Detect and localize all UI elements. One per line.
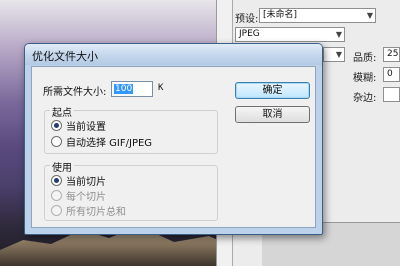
target-size-input[interactable]: 100 [111,81,153,97]
radio-empty-icon [51,136,62,147]
quality-field[interactable]: 25 [383,47,400,62]
quality-label: 品质: [353,53,377,64]
radio-auto-select[interactable]: 自动选择 GIF/JPEG [51,134,152,149]
matte-field[interactable] [383,87,400,102]
preset-value: [未命名] [263,10,298,20]
radio-empty-icon [51,190,62,201]
radio-current-slice[interactable]: 当前切片 [51,173,106,188]
chevron-down-icon: ▼ [335,50,342,59]
dialog-titlebar[interactable]: 优化文件大小 [25,44,322,65]
radio-label: 自动选择 GIF/JPEG [66,138,153,149]
start-group-title: 起点 [50,104,74,119]
size-unit: K [158,83,164,93]
radio-label: 当前设置 [66,122,106,133]
radio-label: 每个切片 [66,192,106,203]
target-size-value: 100 [114,84,134,94]
dialog-title: 优化文件大小 [32,50,98,63]
blur-value: 0 [387,69,393,79]
blur-field[interactable]: 0 [383,67,400,82]
format-select[interactable]: JPEG ▼ [235,27,345,42]
quality-value: 25 [387,49,399,59]
radio-total-of-all-slices[interactable]: 所有切片总和 [51,203,126,218]
radio-label: 所有切片总和 [66,207,126,218]
radio-selected-icon [51,175,62,186]
use-group: 使用 当前切片 每个切片 所有切片总和 [44,159,218,221]
format-value: JPEG [239,29,260,39]
optimize-file-size-dialog: 优化文件大小 所需文件大小: 100 K 起点 当前设置 自动选择 GIF/JP… [24,43,323,235]
compression-select[interactable]: ▼ [323,47,345,62]
radio-each-slice[interactable]: 每个切片 [51,188,106,203]
radio-label: 当前切片 [66,177,106,188]
radio-empty-icon [51,205,62,216]
use-group-title: 使用 [50,159,74,174]
start-group: 起点 当前设置 自动选择 GIF/JPEG [44,104,218,154]
blur-label: 模糊: [353,73,377,84]
chevron-down-icon: ▼ [366,11,373,20]
matte-label: 杂边: [353,93,377,104]
preset-select[interactable]: [未命名] ▼ [259,8,376,23]
chevron-down-icon: ▼ [335,30,342,39]
radio-selected-icon [51,120,62,131]
ok-button[interactable]: 确定 [235,82,310,99]
preset-label: 预设: [235,14,259,25]
cancel-button[interactable]: 取消 [235,106,310,123]
target-size-label: 所需文件大小: [43,87,107,98]
radio-current-settings[interactable]: 当前设置 [51,118,106,133]
